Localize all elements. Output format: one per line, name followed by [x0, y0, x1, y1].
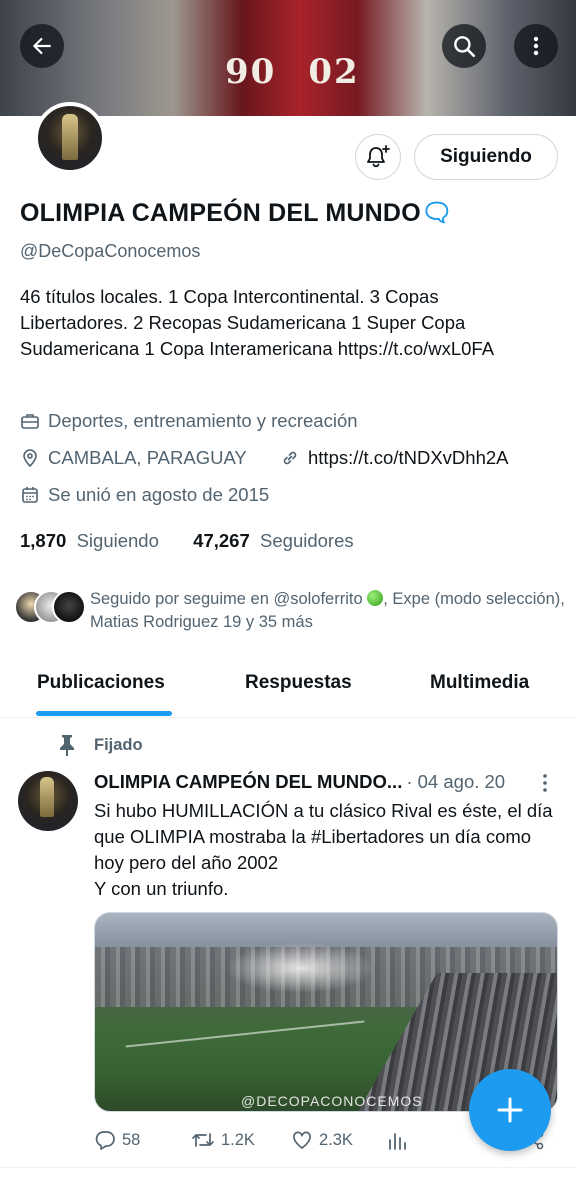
follow-counts: 1,870 Siguiendo 47,267 Seguidores — [20, 530, 354, 552]
reply-icon — [95, 1131, 115, 1150]
green-circle-icon — [367, 590, 384, 606]
following-link[interactable]: 1,870 Siguiendo — [20, 530, 159, 551]
location-text: CAMBALA, PARAGUAY — [48, 447, 247, 468]
tab-publicaciones[interactable]: Publicaciones — [37, 672, 165, 694]
more-vertical-icon — [543, 774, 547, 792]
calendar-icon — [22, 487, 38, 503]
profile-banner[interactable]: 90 02 — [0, 0, 576, 116]
tweet-timestamp[interactable]: · 04 ago. 20 — [406, 771, 505, 793]
banner-text-left: 90 — [225, 52, 277, 92]
like-button[interactable]: 2.3K — [291, 1129, 353, 1151]
banner-text-right: 02 — [308, 52, 360, 92]
followed-by-text: Seguido por seguime en @soloferrito , Ex… — [90, 588, 574, 634]
speech-bubble-icon: 🗨 — [420, 199, 453, 227]
joined-text: Se unió en agosto de 2015 — [48, 484, 270, 505]
plus-icon — [497, 1097, 523, 1123]
avatar — [52, 590, 86, 624]
location-pin-icon — [23, 449, 37, 468]
heart-icon — [293, 1131, 311, 1149]
more-vertical-icon — [533, 36, 539, 56]
trophy-image — [40, 777, 54, 817]
profile-avatar[interactable] — [34, 102, 106, 174]
followed-by[interactable]: Seguido por seguime en @soloferrito , Ex… — [14, 588, 574, 634]
following-button[interactable]: Siguiendo — [414, 134, 558, 180]
followers-count: 47,267 — [193, 530, 250, 551]
followers-link[interactable]: 47,267 Seguidores — [193, 530, 353, 551]
profile-joined: Se unió en agosto de 2015 — [20, 484, 269, 506]
tweet-text: Si hubo HUMILLACIÓN a tu clásico Rival e… — [94, 800, 553, 899]
profile-bio: 46 títulos locales. 1 Copa Intercontinen… — [20, 286, 495, 359]
profile-tabs: Publicaciones Respuestas Multimedia — [0, 660, 576, 718]
field-line — [125, 1020, 365, 1048]
following-count: 1,870 — [20, 530, 67, 551]
following-label: Siguiendo — [76, 530, 159, 551]
retweet-button[interactable]: 1.2K — [191, 1129, 255, 1151]
briefcase-icon — [21, 414, 39, 429]
banner-text: 90 02 — [225, 52, 360, 92]
profile-handle: @DeCopaConocemos — [20, 241, 201, 261]
retweet-count: 1.2K — [221, 1130, 255, 1149]
smoke-cloud — [225, 943, 375, 993]
compose-button[interactable] — [469, 1069, 551, 1151]
like-count: 2.3K — [319, 1130, 353, 1149]
link-icon — [283, 451, 297, 465]
arrow-left-icon — [32, 37, 51, 55]
search-button[interactable] — [442, 24, 486, 68]
display-name-text: OLIMPIA CAMPEÓN DEL MUNDO — [20, 199, 421, 227]
pinned-label: Fijado — [94, 735, 143, 754]
search-icon — [454, 36, 476, 58]
more-options-button[interactable] — [514, 24, 558, 68]
category-text: Deportes, entrenamiento y recreación — [48, 410, 358, 431]
followed-by-prefix: Seguido por seguime en @soloferrito — [90, 590, 363, 608]
trophy-image — [62, 114, 78, 160]
active-tab-indicator — [36, 711, 172, 716]
retweet-icon — [192, 1133, 214, 1147]
tweet-author-avatar[interactable] — [18, 771, 78, 831]
tweet-author-name[interactable]: OLIMPIA CAMPEÓN DEL MUNDO... — [94, 771, 402, 793]
mutual-avatars — [14, 588, 86, 628]
profile-website[interactable]: https://t.co/tNDXvDhh2A — [280, 447, 509, 469]
website-link[interactable]: https://t.co/tNDXvDhh2A — [308, 447, 509, 469]
reply-count: 58 — [122, 1130, 141, 1149]
followers-label: Seguidores — [260, 530, 354, 551]
profile-location: CAMBALA, PARAGUAY — [20, 447, 247, 469]
display-name: OLIMPIA CAMPEÓN DEL MUNDO🗨 — [20, 199, 453, 228]
tab-multimedia[interactable]: Multimedia — [430, 672, 529, 694]
reply-button[interactable]: 58 — [94, 1129, 140, 1151]
tab-respuestas[interactable]: Respuestas — [245, 672, 352, 694]
pin-icon — [60, 735, 74, 756]
views-button[interactable] — [387, 1129, 407, 1151]
profile-category: Deportes, entrenamiento y recreación — [20, 410, 358, 432]
pinned-indicator: Fijado — [58, 734, 143, 756]
divider — [0, 1167, 576, 1168]
media-watermark: @DECOPACONOCEMOS — [241, 1093, 423, 1109]
tweet-header: OLIMPIA CAMPEÓN DEL MUNDO... · 04 ago. 2… — [94, 771, 505, 793]
notifications-button[interactable] — [355, 134, 401, 180]
tweet-more-button[interactable] — [536, 772, 554, 799]
back-button[interactable] — [20, 24, 64, 68]
bar-chart-icon — [389, 1133, 406, 1150]
bell-plus-icon — [367, 145, 390, 168]
